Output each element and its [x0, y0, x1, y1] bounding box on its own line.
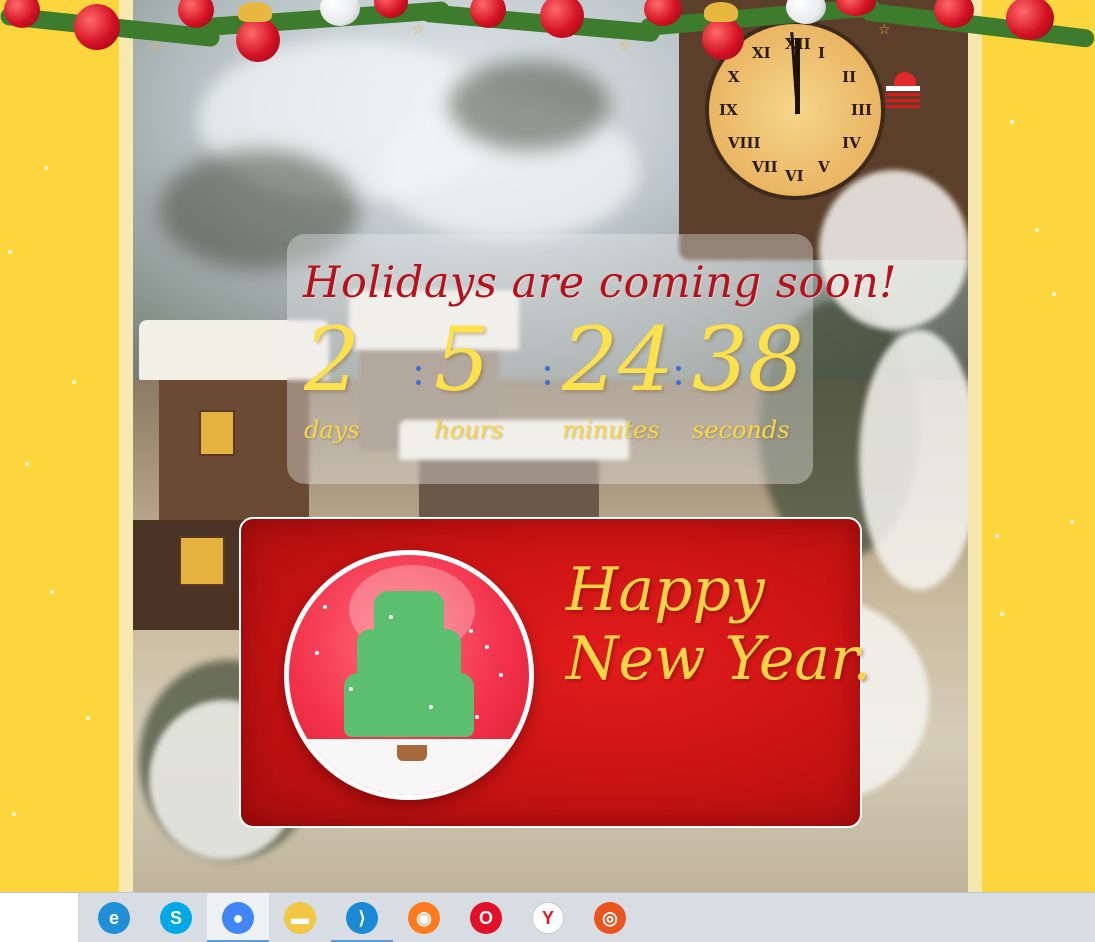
snow-globe-icon: [284, 550, 534, 800]
clock-numeral: VII: [752, 158, 778, 177]
colon-separator: [676, 366, 681, 386]
taskbar-search-box[interactable]: [0, 893, 79, 942]
taskbar-app-button[interactable]: Y: [517, 893, 579, 942]
clock-numeral: VI: [785, 167, 804, 185]
days-value: 2: [304, 308, 360, 411]
gold-bow: [704, 2, 738, 22]
clock-numeral: III: [851, 101, 873, 119]
gold-bow: [238, 2, 272, 22]
ornament-ball: [74, 4, 120, 50]
ornament-ball: [236, 18, 280, 62]
firefox-icon: ◉: [408, 902, 440, 934]
days-label: days: [304, 416, 360, 444]
colon-separator: [545, 366, 550, 386]
santa-hat-menu-button[interactable]: [886, 72, 920, 110]
star-ornament-icon: ☆: [878, 22, 891, 38]
seconds-label: seconds: [692, 416, 790, 444]
chrome-icon: ●: [222, 902, 254, 934]
opera-icon: O: [470, 902, 502, 934]
taskbar-app-button[interactable]: ●: [207, 893, 269, 942]
taskbar-app-button[interactable]: e: [83, 893, 145, 942]
clock-numeral: II: [842, 68, 857, 86]
ubuntu-icon: ◎: [594, 902, 626, 934]
vscode-icon: ⟩: [346, 902, 378, 934]
christmas-garland: ☆ ☆ ☆ ☆: [0, 0, 1095, 62]
taskbar-app-button[interactable]: ⟩: [331, 893, 393, 942]
taskbar-app-button[interactable]: S: [145, 893, 207, 942]
santa-hat-icon: [894, 72, 916, 86]
file-explorer-icon: ▬: [284, 902, 316, 934]
seconds-value: 38: [692, 308, 804, 411]
star-ornament-icon: ☆: [150, 38, 163, 54]
happy-new-year-text: Happy New Year.: [566, 555, 872, 694]
clock-numeral: VIII: [727, 134, 761, 152]
minutes-label: minutes: [562, 416, 660, 444]
windows-taskbar: e S ● ▬ ⟩ ◉ O Y ◎: [0, 892, 1095, 942]
ornament-ball: [702, 18, 744, 60]
clock-numeral: V: [818, 158, 830, 177]
taskbar-app-button[interactable]: ◉: [393, 893, 455, 942]
clock-numeral: IV: [842, 134, 861, 152]
edge-icon: e: [98, 902, 130, 934]
taskbar-app-button[interactable]: ▬: [269, 893, 331, 942]
countdown-title: Holidays are coming soon!: [303, 258, 898, 308]
skype-icon: S: [160, 902, 192, 934]
minutes-value: 24: [562, 308, 674, 411]
star-ornament-icon: ☆: [618, 38, 631, 54]
yandex-browser-icon: Y: [532, 902, 564, 934]
star-ornament-icon: ☆: [412, 22, 425, 38]
clock-numeral: X: [727, 68, 740, 86]
taskbar-app-button[interactable]: O: [455, 893, 517, 942]
taskbar-app-button[interactable]: ◎: [579, 893, 641, 942]
colon-separator: [416, 366, 421, 386]
hours-value: 5: [434, 308, 490, 411]
hours-label: hours: [434, 416, 504, 444]
clock-numeral: IX: [719, 101, 738, 119]
